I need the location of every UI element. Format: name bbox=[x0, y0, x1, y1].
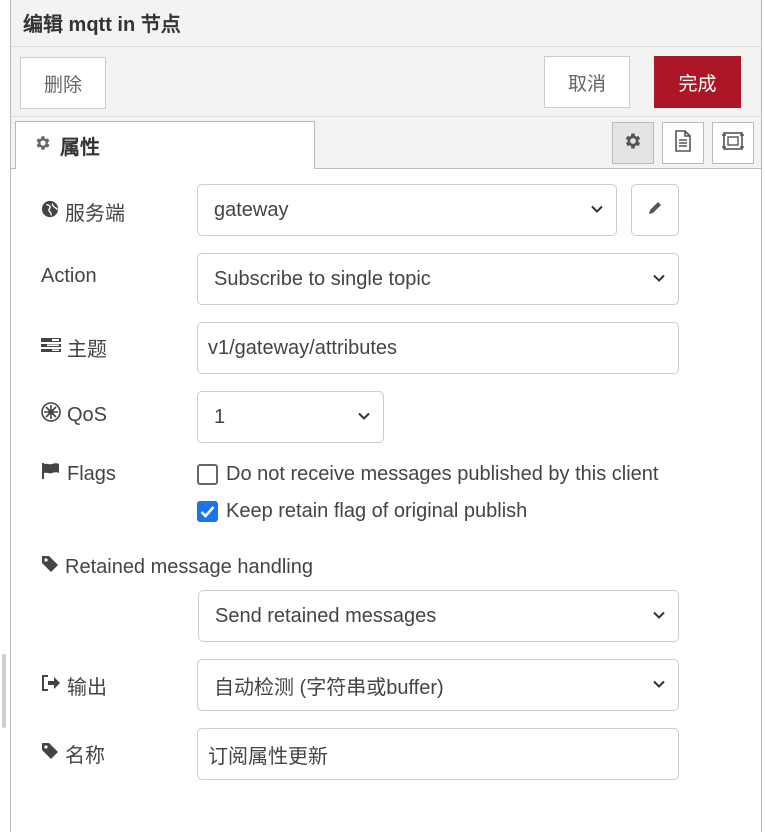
flags-label-row: Flags bbox=[41, 462, 116, 486]
retained-select[interactable]: Send retained messages bbox=[198, 590, 679, 642]
tab-properties-label: 属性 bbox=[60, 137, 100, 159]
retained-label: Retained message handling bbox=[65, 555, 313, 578]
qos-label: QoS bbox=[67, 403, 108, 426]
topic-label-row: 主题 bbox=[41, 333, 107, 362]
retain-as-published-checkbox[interactable] bbox=[197, 501, 218, 522]
tag-icon bbox=[41, 555, 59, 579]
flag-icon bbox=[41, 462, 61, 486]
edit-server-button[interactable] bbox=[631, 184, 679, 236]
tray-header: 编辑 mqtt in 节点 bbox=[11, 0, 761, 47]
tab-bar: 属性 bbox=[11, 117, 761, 169]
no-local-label: Do not receive messages published by thi… bbox=[226, 463, 659, 485]
qos-value: 1 bbox=[214, 405, 226, 428]
name-label: 名称 bbox=[65, 745, 105, 767]
chevron-down-icon bbox=[358, 412, 370, 420]
done-button[interactable]: 完成 bbox=[654, 56, 741, 108]
pencil-icon bbox=[647, 200, 663, 221]
layout-icon bbox=[721, 130, 745, 157]
sign-out-icon bbox=[41, 674, 61, 697]
output-label: 输出 bbox=[67, 677, 107, 699]
checkmark-icon bbox=[200, 506, 215, 518]
delete-button[interactable]: 删除 bbox=[20, 57, 106, 109]
retained-value: Send retained messages bbox=[215, 604, 437, 627]
qos-select[interactable]: 1 bbox=[197, 391, 384, 443]
appearance-tab-button[interactable] bbox=[712, 122, 754, 164]
tasks-icon bbox=[41, 336, 61, 359]
name-input[interactable]: 订阅属性更新 bbox=[197, 728, 679, 780]
chevron-down-icon bbox=[591, 205, 603, 213]
flag-option-no-local[interactable]: Do not receive messages published by thi… bbox=[197, 463, 658, 486]
cancel-button[interactable]: 取消 bbox=[544, 56, 630, 108]
gear-icon bbox=[34, 134, 52, 157]
output-label-row: 输出 bbox=[41, 671, 107, 700]
server-label-row: 服务端 bbox=[41, 197, 125, 226]
no-local-checkbox[interactable] bbox=[197, 464, 218, 485]
topic-value: v1/gateway/attributes bbox=[208, 336, 397, 359]
document-icon bbox=[673, 129, 693, 157]
topic-input[interactable]: v1/gateway/attributes bbox=[197, 322, 679, 374]
action-value: Subscribe to single topic bbox=[214, 267, 431, 290]
dialog-title: 编辑 mqtt in 节点 bbox=[23, 14, 181, 36]
topic-label: 主题 bbox=[67, 339, 107, 361]
retain-as-published-label: Keep retain flag of original publish bbox=[226, 500, 528, 522]
name-label-row: 名称 bbox=[41, 739, 105, 768]
flag-option-retain-as-published[interactable]: Keep retain flag of original publish bbox=[197, 500, 527, 523]
server-select[interactable]: gateway bbox=[197, 184, 617, 236]
chevron-down-icon bbox=[653, 680, 665, 688]
flags-label: Flags bbox=[67, 462, 116, 485]
settings-tab-button[interactable] bbox=[612, 122, 654, 164]
retained-label-row: Retained message handling bbox=[41, 555, 313, 579]
action-label-row: Action bbox=[41, 265, 97, 288]
globe-icon bbox=[41, 200, 59, 224]
chevron-down-icon bbox=[653, 611, 665, 619]
name-value: 订阅属性更新 bbox=[208, 745, 328, 768]
tab-properties[interactable]: 属性 bbox=[15, 121, 315, 169]
empire-icon bbox=[41, 402, 61, 428]
edit-tray: 编辑 mqtt in 节点 删除 取消 完成 属性 服务端 gateway Ac… bbox=[10, 0, 762, 832]
server-label: 服务端 bbox=[65, 203, 125, 225]
panel-resize-handle[interactable] bbox=[2, 654, 6, 728]
action-select[interactable]: Subscribe to single topic bbox=[197, 253, 679, 305]
tray-toolbar: 删除 取消 完成 bbox=[11, 47, 761, 117]
description-tab-button[interactable] bbox=[662, 122, 704, 164]
server-value: gateway bbox=[214, 198, 289, 221]
chevron-down-icon bbox=[653, 274, 665, 282]
gear-icon bbox=[623, 131, 643, 156]
output-select[interactable]: 自动检测 (字符串或buffer) bbox=[197, 659, 679, 711]
output-value: 自动检测 (字符串或buffer) bbox=[214, 676, 444, 699]
action-label: Action bbox=[41, 265, 97, 287]
qos-label-row: QoS bbox=[41, 402, 107, 428]
tag-icon bbox=[41, 742, 59, 766]
properties-form: 服务端 gateway Action Subscribe to single t… bbox=[11, 169, 761, 832]
